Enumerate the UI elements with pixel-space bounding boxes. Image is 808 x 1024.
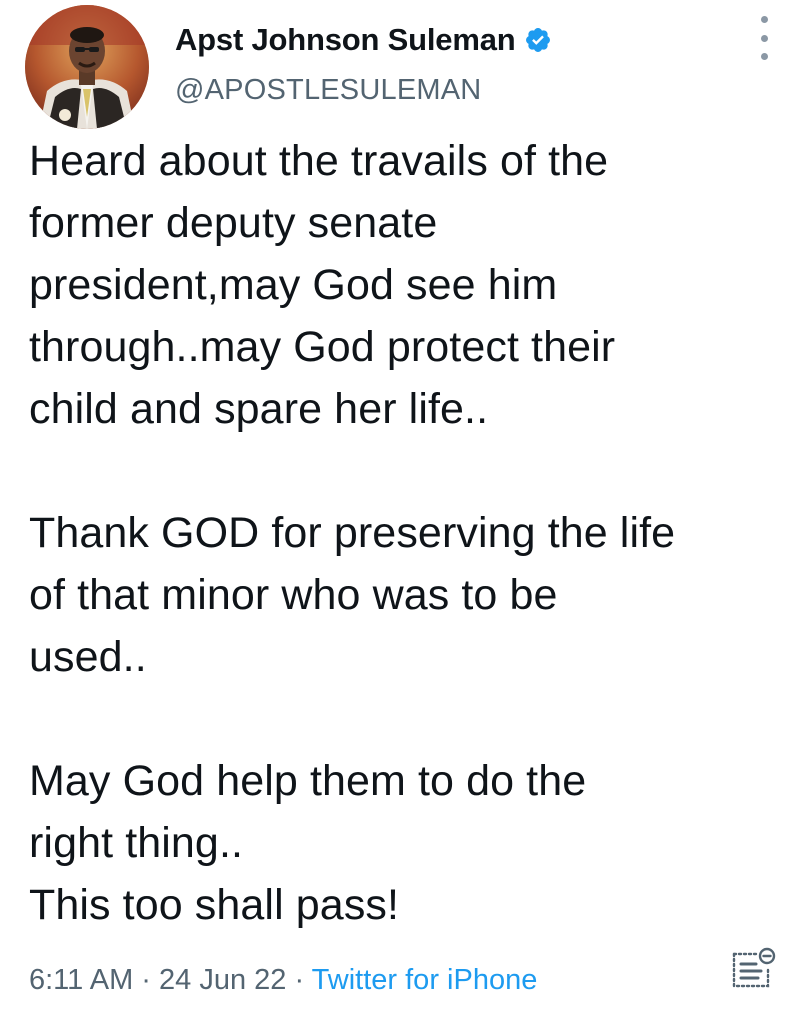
tweet-line: child and spare her life.. [29, 385, 489, 433]
tweet-line: president,may God see him [29, 261, 558, 309]
more-dot-icon [760, 16, 768, 23]
author-display-name[interactable]: Apst Johnson Suleman [175, 22, 516, 58]
tweet-line: Heard about the travails of the [29, 137, 609, 185]
author-name-row[interactable]: Apst Johnson Suleman [175, 22, 552, 58]
tweet-line: Thank GOD for preserving the life [29, 509, 676, 557]
verified-badge-icon [524, 26, 552, 54]
tweet: Apst Johnson Suleman @APOSTLESULEMAN Hea… [0, 0, 808, 1024]
more-options-button[interactable] [752, 16, 776, 60]
tweet-text: Heard about the travails of the former d… [29, 130, 789, 936]
tweet-line: May God help them to do the [29, 757, 587, 805]
tweet-source-link[interactable]: Twitter for iPhone [312, 964, 538, 996]
more-dot-icon [760, 53, 768, 60]
tweet-meta: 6:11 AM · 24 Jun 22 · Twitter for iPhone [29, 964, 537, 997]
author-handle[interactable]: @APOSTLESULEMAN [175, 74, 481, 107]
meta-separator: · [133, 964, 160, 996]
tweet-line: through..may God protect their [29, 323, 616, 371]
analytics-icon[interactable] [728, 944, 776, 992]
tweet-line: right thing.. [29, 819, 244, 867]
tweet-line: former deputy senate [29, 199, 438, 247]
avatar-image [25, 5, 149, 129]
tweet-paragraph: Heard about the travails of the former d… [29, 130, 789, 440]
tweet-date[interactable]: 24 Jun 22 [159, 964, 286, 996]
avatar[interactable] [25, 5, 149, 129]
tweet-paragraph: Thank GOD for preserving the life of tha… [29, 502, 789, 688]
more-dot-icon [760, 34, 768, 42]
meta-separator: · [286, 964, 312, 996]
tweet-line: This too shall pass! [29, 881, 400, 929]
tweet-time[interactable]: 6:11 AM [29, 964, 133, 996]
tweet-paragraph: May God help them to do the right thing.… [29, 750, 789, 936]
tweet-line: used.. [29, 633, 147, 681]
tweet-line: of that minor who was to be [29, 571, 558, 619]
